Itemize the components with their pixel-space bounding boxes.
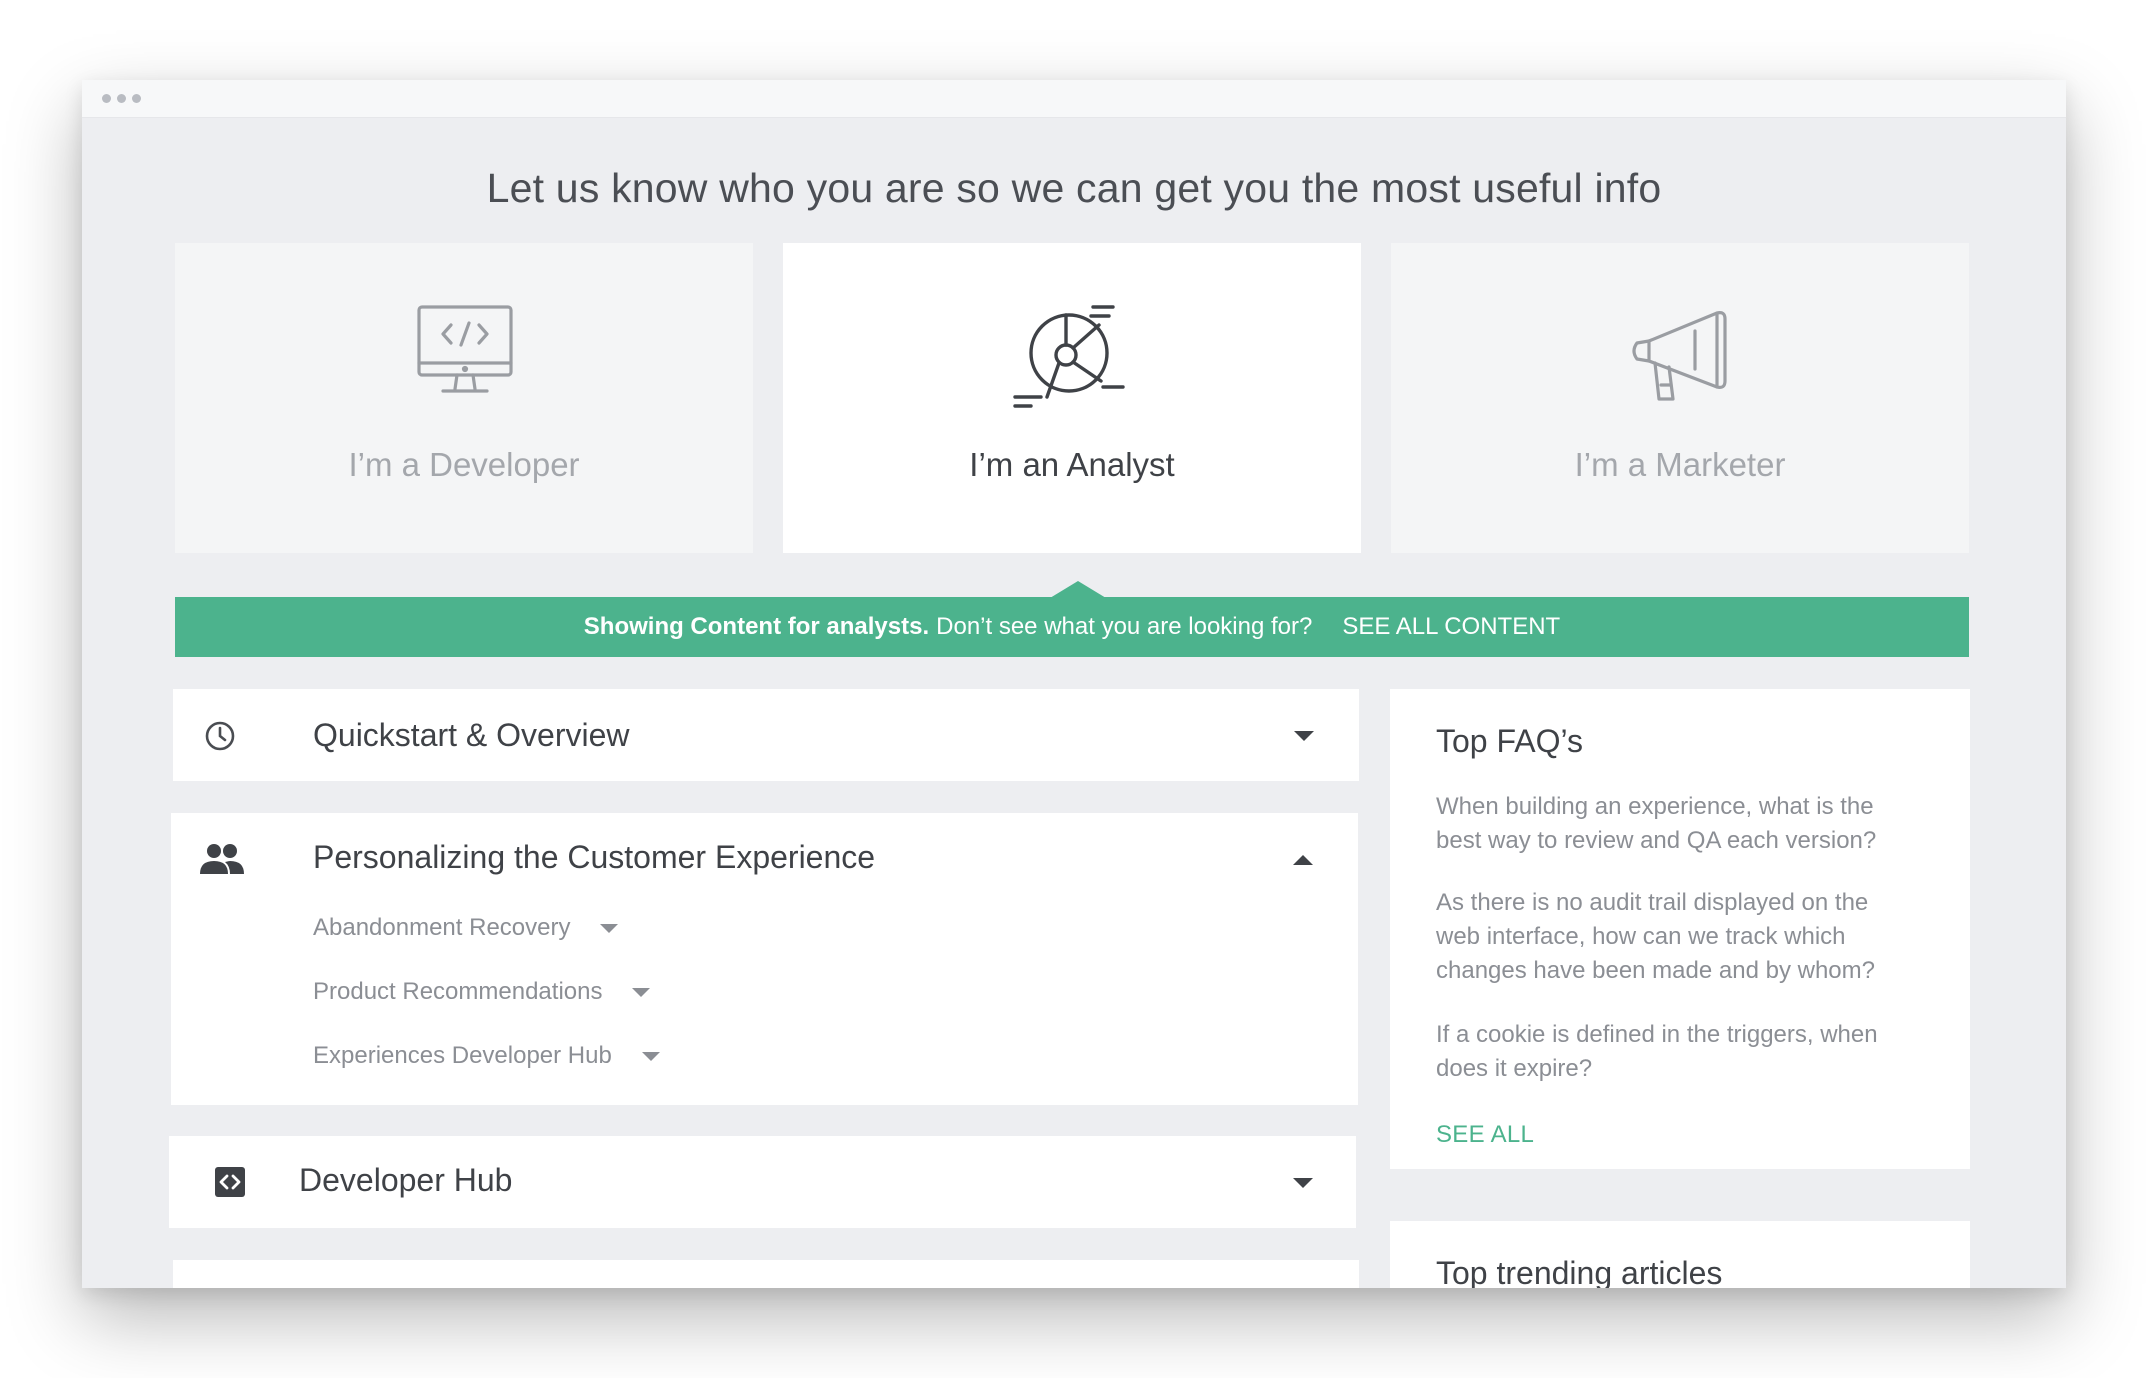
- trending-title: Top trending articles: [1436, 1255, 1723, 1288]
- top-faq-card: Top FAQ’s When building an experience, w…: [1390, 689, 1970, 1169]
- section-developer-hub[interactable]: Developer Hub: [169, 1136, 1356, 1228]
- window-dot: [132, 94, 141, 103]
- window-dot: [102, 94, 111, 103]
- persona-label: I’m a Marketer: [1574, 446, 1786, 483]
- page-headline: Let us know who you are so we can get yo…: [486, 165, 1662, 211]
- subsection-label: Experiences Developer Hub: [313, 1042, 612, 1069]
- monitor-code-icon: [175, 303, 753, 403]
- section-title: Quickstart & Overview: [313, 717, 630, 753]
- banner-strong-text: Showing Content for analysts.: [583, 613, 930, 640]
- subsection-product-recommendations[interactable]: Product Recommendations: [313, 978, 651, 1006]
- persona-card-analyst[interactable]: I’m an Analyst: [783, 243, 1361, 553]
- subsection-abandonment-recovery[interactable]: Abandonment Recovery: [313, 914, 619, 942]
- megaphone-icon: [1391, 303, 1969, 403]
- code-brackets-icon: [213, 1165, 247, 1199]
- chevron-down-icon: [632, 987, 651, 997]
- browser-window: Let us know who you are so we can get yo…: [82, 80, 2066, 1288]
- chevron-up-icon[interactable]: [1293, 855, 1313, 865]
- content-filter-banner: Showing Content for analysts. Don’t see …: [175, 597, 1969, 657]
- window-dot: [117, 94, 126, 103]
- faq-item[interactable]: If a cookie is defined in the triggers, …: [1436, 1018, 1916, 1086]
- chevron-down-icon[interactable]: [1294, 731, 1314, 741]
- users-icon: [199, 841, 245, 877]
- chevron-down-icon: [600, 923, 619, 933]
- chevron-down-icon: [641, 1051, 660, 1061]
- see-all-content-link[interactable]: SEE ALL CONTENT: [1342, 613, 1560, 641]
- window-dots: [102, 94, 141, 103]
- section-personalizing: Personalizing the Customer Experience Ab…: [171, 813, 1358, 1105]
- persona-label: I’m an Analyst: [969, 446, 1175, 483]
- section-title[interactable]: Personalizing the Customer Experience: [313, 839, 875, 876]
- section-title: Developer Hub: [299, 1162, 513, 1198]
- persona-card-developer[interactable]: I’m a Developer: [175, 243, 753, 553]
- faq-title: Top FAQ’s: [1436, 723, 1584, 759]
- banner-text: Don’t see what you are looking for?: [936, 613, 1313, 640]
- subsection-label: Abandonment Recovery: [313, 914, 571, 941]
- banner-pointer: [1050, 581, 1106, 598]
- subsection-label: Product Recommendations: [313, 978, 603, 1005]
- clock-icon: [203, 719, 237, 753]
- faq-item[interactable]: When building an experience, what is the…: [1436, 790, 1916, 858]
- faq-item[interactable]: As there is no audit trail displayed on …: [1436, 886, 1916, 988]
- faq-see-all-link[interactable]: SEE ALL: [1436, 1121, 1534, 1149]
- window-titlebar: [82, 80, 2066, 118]
- top-trending-card: Top trending articles: [1390, 1221, 1970, 1288]
- section-next: [173, 1260, 1359, 1288]
- chevron-down-icon[interactable]: [1293, 1178, 1313, 1188]
- section-quickstart[interactable]: Quickstart & Overview: [173, 689, 1359, 781]
- analytics-chart-icon: [783, 303, 1361, 408]
- persona-label: I’m a Developer: [348, 446, 580, 483]
- persona-card-marketer[interactable]: I’m a Marketer: [1391, 243, 1969, 553]
- subsection-experiences-developer-hub[interactable]: Experiences Developer Hub: [313, 1042, 660, 1070]
